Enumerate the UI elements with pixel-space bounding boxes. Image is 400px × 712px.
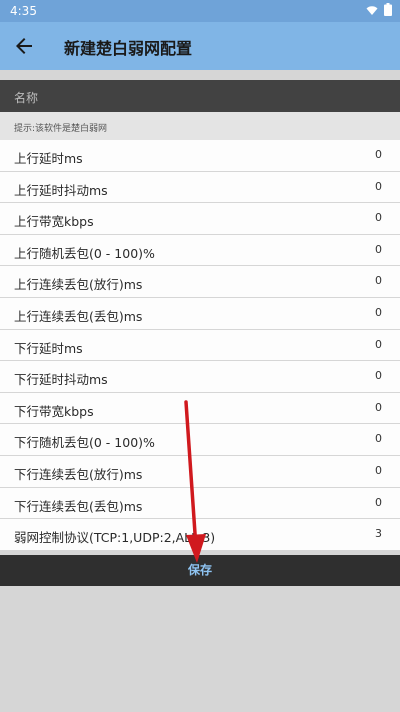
row-label: 上行随机丢包(0 - 100)% (14, 245, 155, 261)
row-label: 上行连续丢包(放行)ms (14, 277, 143, 293)
config-row-up-bandwidth[interactable]: 上行带宽kbps 0 (0, 203, 400, 234)
config-row-up-jitter[interactable]: 上行延时抖动ms 0 (0, 171, 400, 203)
row-label: 下行带宽kbps (14, 403, 94, 419)
battery-icon (384, 3, 392, 16)
config-row-down-delay[interactable]: 下行延时ms 0 (0, 329, 400, 361)
hint-text: 提示:该软件是楚白弱网 (14, 124, 108, 134)
row-value[interactable]: 0 (375, 211, 382, 224)
row-value[interactable]: 0 (375, 243, 382, 256)
row-value[interactable]: 0 (375, 274, 382, 287)
config-row-up-burst-pass[interactable]: 上行连续丢包(放行)ms 0 (0, 266, 400, 297)
row-label: 上行连续丢包(丢包)ms (14, 308, 143, 324)
row-value[interactable]: 0 (375, 338, 382, 351)
app-bar: 新建楚白弱网配置 (0, 22, 400, 70)
row-label: 上行带宽kbps (14, 214, 94, 230)
hint-text-row: 提示:该软件是楚白弱网 (0, 112, 400, 140)
row-value[interactable]: 0 (375, 369, 382, 382)
row-label: 下行连续丢包(放行)ms (14, 466, 143, 482)
spacer (0, 70, 400, 80)
row-value[interactable]: 0 (375, 432, 382, 445)
row-value[interactable]: 0 (375, 180, 382, 193)
name-field-label: 名称 (14, 91, 39, 105)
page-title: 新建楚白弱网配置 (64, 39, 193, 58)
status-bar: 4:35 (0, 0, 400, 22)
wifi-icon (366, 5, 378, 15)
config-row-down-burst-drop[interactable]: 下行连续丢包(丢包)ms 0 (0, 487, 400, 519)
row-label: 上行延时ms (14, 151, 83, 166)
config-row-protocol[interactable]: 弱网控制协议(TCP:1,UDP:2,ALL:3) 3 (0, 519, 400, 550)
row-label: 下行随机丢包(0 - 100)% (14, 435, 155, 451)
row-value[interactable]: 0 (375, 306, 382, 319)
row-label: 下行连续丢包(丢包)ms (14, 498, 143, 514)
config-row-down-random-loss[interactable]: 下行随机丢包(0 - 100)% 0 (0, 424, 400, 455)
save-button[interactable]: 保存 (0, 555, 400, 586)
row-label: 下行延时ms (14, 340, 83, 356)
row-value[interactable]: 0 (375, 464, 382, 477)
status-time: 4:35 (10, 4, 37, 18)
row-label: 下行延时抖动ms (14, 372, 108, 388)
config-row-down-bandwidth[interactable]: 下行带宽kbps 0 (0, 392, 400, 424)
row-value[interactable]: 0 (375, 148, 382, 161)
name-field[interactable]: 名称 (0, 80, 400, 112)
config-row-up-random-loss[interactable]: 上行随机丢包(0 - 100)% 0 (0, 234, 400, 266)
arrow-left-icon[interactable] (12, 34, 36, 58)
config-row-down-jitter[interactable]: 下行延时抖动ms 0 (0, 361, 400, 392)
row-label: 弱网控制协议(TCP:1,UDP:2,ALL:3) (14, 530, 216, 546)
config-row-up-burst-drop[interactable]: 上行连续丢包(丢包)ms 0 (0, 297, 400, 329)
empty-area (0, 586, 400, 712)
row-value[interactable]: 3 (375, 527, 382, 540)
config-row-up-delay[interactable]: 上行延时ms 0 (0, 140, 400, 171)
row-label: 上行延时抖动ms (14, 182, 108, 198)
status-icons (366, 3, 392, 16)
row-value[interactable]: 0 (375, 496, 382, 509)
config-list: 上行延时ms 0 上行延时抖动ms 0 上行带宽kbps 0 上行随机丢包(0 … (0, 140, 400, 551)
config-row-down-burst-pass[interactable]: 下行连续丢包(放行)ms 0 (0, 455, 400, 487)
row-value[interactable]: 0 (375, 401, 382, 414)
